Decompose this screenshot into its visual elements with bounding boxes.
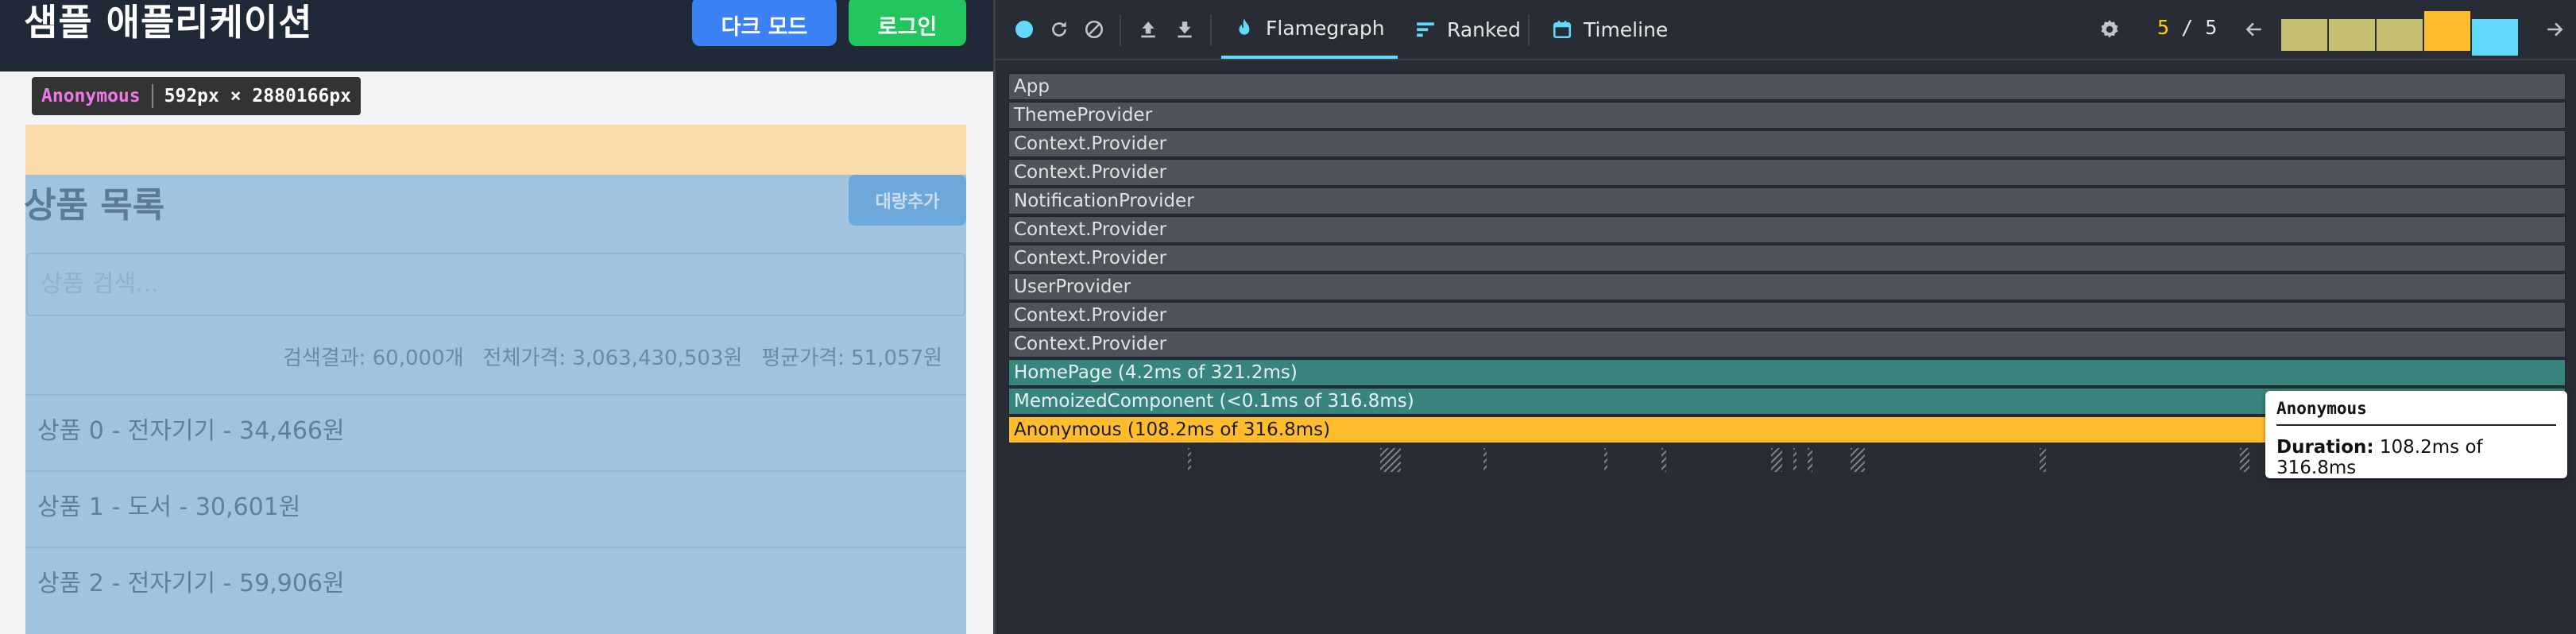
- commit-bar[interactable]: [2329, 19, 2375, 51]
- flamegraph-node[interactable]: Context.Provider: [1008, 159, 2566, 186]
- timeline-icon: [1553, 21, 1572, 39]
- hatch-mark: [1380, 448, 1401, 472]
- profiler-panel: Flamegraph Ranked Timeline 5 / 5 App Them…: [993, 0, 2576, 634]
- hatch-mark: [1188, 448, 1191, 472]
- tab-flamegraph-label: Flamegraph: [1266, 16, 1385, 40]
- total-price: 전체가격: 3,063,430,503원: [482, 346, 743, 370]
- hatch-mark: [1793, 448, 1797, 472]
- next-commit-button[interactable]: [2540, 15, 2569, 44]
- flamegraph-node[interactable]: App: [1008, 73, 2566, 100]
- tooltip-duration: Duration: 108.2ms of 316.8ms: [2276, 437, 2556, 478]
- hatch-mark: [2040, 448, 2046, 472]
- clear-icon: [1085, 20, 1104, 39]
- settings-button[interactable]: [2095, 15, 2124, 44]
- ranked-icon: [1417, 22, 1434, 37]
- inspect-component-size: 592px × 2880166px: [164, 86, 352, 106]
- bulk-add-button[interactable]: 대량추가: [849, 175, 966, 226]
- flamegraph-node[interactable]: Context.Provider: [1008, 302, 2566, 329]
- flame-icon: [1239, 18, 1250, 35]
- record-icon: [1015, 21, 1033, 38]
- commit-counter: 5 / 5: [2157, 16, 2217, 39]
- product-search-input[interactable]: 상품 검색...: [26, 253, 965, 316]
- tooltip-duration-label: Duration:: [2276, 437, 2374, 458]
- flamegraph-node[interactable]: NotificationProvider: [1008, 187, 2566, 215]
- login-button[interactable]: 로그인: [849, 0, 966, 46]
- tab-ranked[interactable]: Ranked: [1402, 0, 1534, 59]
- flamegraph-node[interactable]: UserProvider: [1008, 273, 2566, 300]
- arrow-left-icon: [2245, 22, 2261, 37]
- hatch-mark: [1771, 448, 1782, 472]
- app-title: 샘플 애플리케이션: [24, 1, 313, 44]
- load-profile-button[interactable]: [1134, 15, 1162, 44]
- commit-bar[interactable]: [2377, 19, 2423, 51]
- upload-icon: [1141, 21, 1155, 38]
- product-item[interactable]: 상품 2 - 전자기기 - 59,906원: [26, 547, 965, 618]
- record-button[interactable]: [1010, 15, 1039, 44]
- flamegraph-tooltip: Anonymous Duration: 108.2ms of 316.8ms: [2265, 391, 2567, 478]
- commit-current: 5: [2157, 16, 2170, 39]
- inspect-tooltip: Anonymous 592px × 2880166px: [32, 77, 362, 115]
- commit-bar[interactable]: [2472, 19, 2518, 56]
- tab-ranked-label: Ranked: [1447, 17, 1521, 41]
- toolbar-divider: [1120, 14, 1121, 46]
- average-price: 평균가격: 51,057원: [761, 346, 942, 370]
- tab-flamegraph[interactable]: Flamegraph: [1221, 0, 1398, 59]
- hatch-mark: [1604, 448, 1607, 472]
- prev-commit-button[interactable]: [2240, 15, 2269, 44]
- flamegraph-node[interactable]: Context.Provider: [1008, 245, 2566, 272]
- tooltip-title: Anonymous: [2276, 399, 2556, 426]
- save-profile-button[interactable]: [1170, 15, 1199, 44]
- inspect-component-name: Anonymous: [41, 86, 141, 106]
- app-header: 샘플 애플리케이션 다크 모드 로그인: [0, 0, 993, 72]
- inspect-divider: [151, 84, 153, 108]
- hatch-mark: [1483, 448, 1487, 472]
- commit-bar[interactable]: [2424, 11, 2470, 51]
- clear-button[interactable]: [1080, 15, 1108, 44]
- flamegraph-node[interactable]: Context.Provider: [1008, 216, 2566, 243]
- search-stats: 검색결과: 60,000개 전체가격: 3,063,430,503원 평균가격:…: [283, 342, 942, 371]
- gear-icon: [2101, 20, 2118, 38]
- product-list-title: 상품 목록: [24, 185, 165, 226]
- flamegraph-node[interactable]: ThemeProvider: [1008, 102, 2566, 129]
- arrow-right-icon: [2547, 22, 2563, 37]
- flamegraph-node[interactable]: HomePage (4.2ms of 321.2ms): [1008, 359, 2566, 386]
- product-item[interactable]: 상품 1 - 도서 - 30,601원: [26, 470, 965, 542]
- tab-timeline[interactable]: Timeline: [1539, 0, 1681, 59]
- app-preview: 샘플 애플리케이션 다크 모드 로그인 Anonymous 592px × 28…: [0, 0, 993, 634]
- hatch-mark: [1661, 448, 1666, 472]
- flamegraph-node[interactable]: Context.Provider: [1008, 130, 2566, 157]
- hatch-mark: [1808, 448, 1812, 472]
- dark-mode-button[interactable]: 다크 모드: [692, 0, 837, 46]
- download-icon: [1178, 21, 1192, 38]
- hatch-mark: [1851, 448, 1865, 472]
- reload-button[interactable]: [1045, 15, 1073, 44]
- flamegraph-node[interactable]: Context.Provider: [1008, 331, 2566, 358]
- hatch-mark: [2240, 448, 2249, 472]
- commit-bar[interactable]: [2281, 19, 2327, 51]
- tab-timeline-label: Timeline: [1584, 17, 1669, 41]
- commit-total: / 5: [2181, 16, 2218, 39]
- toolbar-divider: [1528, 14, 1530, 46]
- result-count: 검색결과: 60,000개: [282, 346, 464, 370]
- product-item[interactable]: 상품 0 - 전자기기 - 34,466원: [26, 394, 965, 466]
- toolbar-divider: [1210, 14, 1212, 46]
- profiler-toolbar: Flamegraph Ranked Timeline 5 / 5: [996, 0, 2576, 60]
- inspect-margin-highlight: [25, 125, 966, 175]
- reload-icon: [1052, 21, 1066, 37]
